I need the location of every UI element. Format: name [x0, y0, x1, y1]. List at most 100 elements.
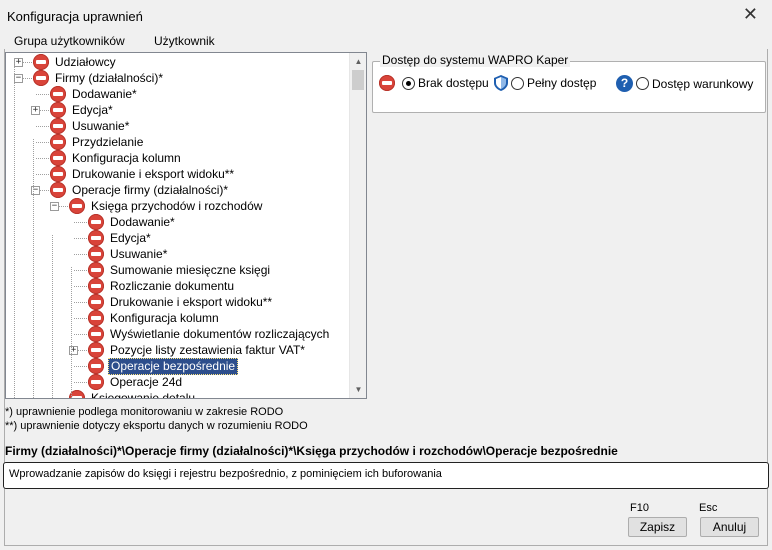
tree-item[interactable]: Pozycje listy zestawienia faktur VAT* [88, 342, 307, 358]
tree-item[interactable]: Księgowanie detalu [69, 390, 197, 399]
no-access-icon [69, 198, 85, 214]
scroll-down-icon[interactable]: ▼ [350, 381, 366, 398]
collapse-icon[interactable]: − [50, 202, 59, 211]
option-conditional-access-label: Dostęp warunkowy [652, 76, 754, 91]
radio-conditional-access[interactable] [636, 77, 649, 90]
scroll-thumb[interactable] [352, 70, 364, 90]
tree-item-label: Dodawanie* [110, 214, 175, 229]
tree-item[interactable]: Wyświetlanie dokumentów rozliczających [88, 326, 331, 342]
radio-no-access[interactable] [402, 76, 415, 90]
scroll-up-icon[interactable]: ▲ [350, 53, 366, 70]
tree-item[interactable]: Edycja* [50, 102, 115, 118]
tree-item[interactable]: Edycja* [88, 230, 153, 246]
no-access-icon [88, 230, 104, 246]
tab-user-group[interactable]: Grupa użytkowników [14, 34, 125, 48]
tree-connector [74, 254, 87, 255]
tree-item-label: Księgowanie detalu [91, 390, 196, 399]
tree-connector [74, 270, 87, 271]
tree-connector [36, 158, 49, 159]
tree-connector [74, 334, 87, 335]
tree-connector [74, 222, 87, 223]
no-access-icon [88, 310, 104, 326]
tab-user[interactable]: Użytkownik [154, 34, 215, 48]
tree-item[interactable]: Usuwanie* [50, 118, 131, 134]
tree-item-label: Drukowanie i eksport widoku** [72, 166, 235, 181]
no-access-icon [33, 54, 49, 70]
tree-item[interactable]: Udziałowcy [33, 54, 118, 70]
tree-item[interactable]: Przydzielanie [50, 134, 145, 150]
collapse-icon[interactable]: − [14, 74, 23, 83]
option-no-access-label: Brak dostępu [418, 76, 489, 90]
option-conditional-access[interactable]: ? Dostęp warunkowy [616, 75, 753, 92]
tree-item-label: Operacje bezpośrednie [108, 357, 239, 375]
cancel-button[interactable]: Anuluj [700, 517, 759, 537]
tree-item[interactable]: Dodawanie* [88, 214, 177, 230]
tree-item[interactable]: Operacje 24d [88, 374, 184, 390]
tree-item-label: Konfiguracja kolumn [72, 150, 181, 165]
title-bar: Konfiguracja uprawnień ✕ [0, 0, 772, 33]
tree-item[interactable]: Sumowanie miesięczne księgi [88, 262, 272, 278]
tree-connector [74, 366, 87, 367]
tree-connector [74, 302, 87, 303]
expand-icon[interactable]: + [31, 106, 40, 115]
no-access-icon [88, 214, 104, 230]
tree-item-label: Edycja* [110, 230, 151, 245]
expand-icon[interactable]: + [14, 58, 23, 67]
tree-guide-line [52, 235, 53, 398]
shield-icon [494, 75, 508, 91]
tree-item-label: Usuwanie* [110, 246, 168, 261]
rodo-note-monitoring: *) uprawnienie podlega monitorowaniu w z… [5, 406, 284, 418]
tree-connector [36, 174, 49, 175]
tree-scrollbar[interactable]: ▲ ▼ [349, 53, 366, 398]
no-access-icon [88, 262, 104, 278]
tree-item-label: Przydzielanie [72, 134, 144, 149]
tree-item-label: Wyświetlanie dokumentów rozliczających [110, 326, 330, 341]
tree-item-label: Edycja* [72, 102, 113, 117]
option-full-access[interactable]: Pełny dostęp [492, 75, 596, 91]
radio-full-access[interactable] [511, 76, 524, 90]
no-access-icon [33, 70, 49, 86]
no-access-icon [50, 166, 66, 182]
rodo-note-export: **) uprawnienie dotyczy eksportu danych … [5, 420, 308, 432]
no-access-icon [88, 342, 104, 358]
tree-item[interactable]: Drukowanie i eksport widoku** [88, 294, 274, 310]
save-button[interactable]: Zapisz [628, 517, 687, 537]
no-access-icon [50, 134, 66, 150]
tree-item[interactable]: Rozliczanie dokumentu [88, 278, 236, 294]
tree-guide-line [14, 58, 15, 398]
tree-item[interactable]: Operacje bezpośrednie [88, 357, 239, 375]
tree-connector [74, 382, 87, 383]
no-access-icon [88, 374, 104, 390]
tree-connector [36, 126, 49, 127]
close-icon[interactable]: ✕ [743, 5, 758, 23]
tree-guide-line [71, 267, 72, 398]
no-access-icon [50, 182, 66, 198]
option-full-access-label: Pełny dostęp [527, 76, 597, 90]
permission-description: Wprowadzanie zapisów do księgi i rejestr… [3, 462, 769, 489]
access-group-title: Dostęp do systemu WAPRO Kaper [380, 53, 571, 67]
tree-item-label: Udziałowcy [55, 54, 116, 69]
tree-item-label: Pozycje listy zestawienia faktur VAT* [110, 342, 305, 357]
tree-item[interactable]: Usuwanie* [88, 246, 169, 262]
tree-content: Udziałowcy + Firmy (działalności)* − Dodawan… [6, 53, 349, 398]
permission-tree[interactable]: Udziałowcy + Firmy (działalności)* − Dodawan… [5, 52, 367, 399]
option-no-access[interactable]: Brak dostępu [379, 75, 489, 91]
tree-item-label: Sumowanie miesięczne księgi [110, 262, 271, 277]
tree-item[interactable]: Firmy (działalności)* [33, 70, 165, 86]
tree-item-label: Drukowanie i eksport widoku** [110, 294, 273, 309]
tree-item-label: Dodawanie* [72, 86, 137, 101]
selected-path: Firmy (działalności)*\Operacje firmy (dz… [5, 444, 618, 458]
tree-item-label: Operacje 24d [110, 374, 183, 389]
tree-item[interactable]: Konfiguracja kolumn [88, 310, 221, 326]
tree-item[interactable]: Księga przychodów i rozchodów [69, 198, 264, 214]
tree-item[interactable]: Operacje firmy (działalności)* [50, 182, 230, 198]
no-access-icon [50, 150, 66, 166]
no-access-icon [88, 246, 104, 262]
tree-connector [36, 94, 49, 95]
tree-item[interactable]: Drukowanie i eksport widoku** [50, 166, 236, 182]
tree-item[interactable]: Konfiguracja kolumn [50, 150, 183, 166]
no-access-icon [88, 358, 104, 374]
tree-item[interactable]: Dodawanie* [50, 86, 139, 102]
tab-bar: Grupa użytkowników Użytkownik [0, 33, 772, 49]
tree-connector [55, 398, 68, 399]
